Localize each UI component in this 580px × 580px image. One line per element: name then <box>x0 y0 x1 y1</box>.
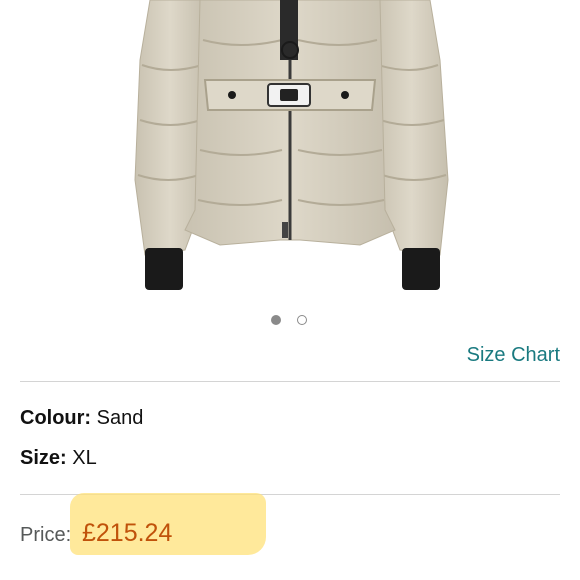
price-label: Price: <box>20 524 72 546</box>
size-chart-link[interactable]: Size Chart <box>467 344 560 367</box>
colour-row: Colour: Sand <box>20 407 143 430</box>
colour-value: Sand <box>96 407 144 429</box>
size-label: Size: <box>20 447 67 469</box>
jacket-illustration <box>134 0 449 290</box>
size-value: XL <box>72 447 97 469</box>
product-image[interactable] <box>0 0 580 305</box>
price-value: £215.24 <box>82 519 173 547</box>
divider-top <box>20 381 560 382</box>
carousel-dot-1[interactable] <box>271 315 281 325</box>
image-carousel-dots[interactable] <box>0 315 580 331</box>
carousel-dot-2[interactable] <box>297 315 307 325</box>
size-row: Size: XL <box>20 447 97 470</box>
colour-label: Colour: <box>20 407 92 429</box>
